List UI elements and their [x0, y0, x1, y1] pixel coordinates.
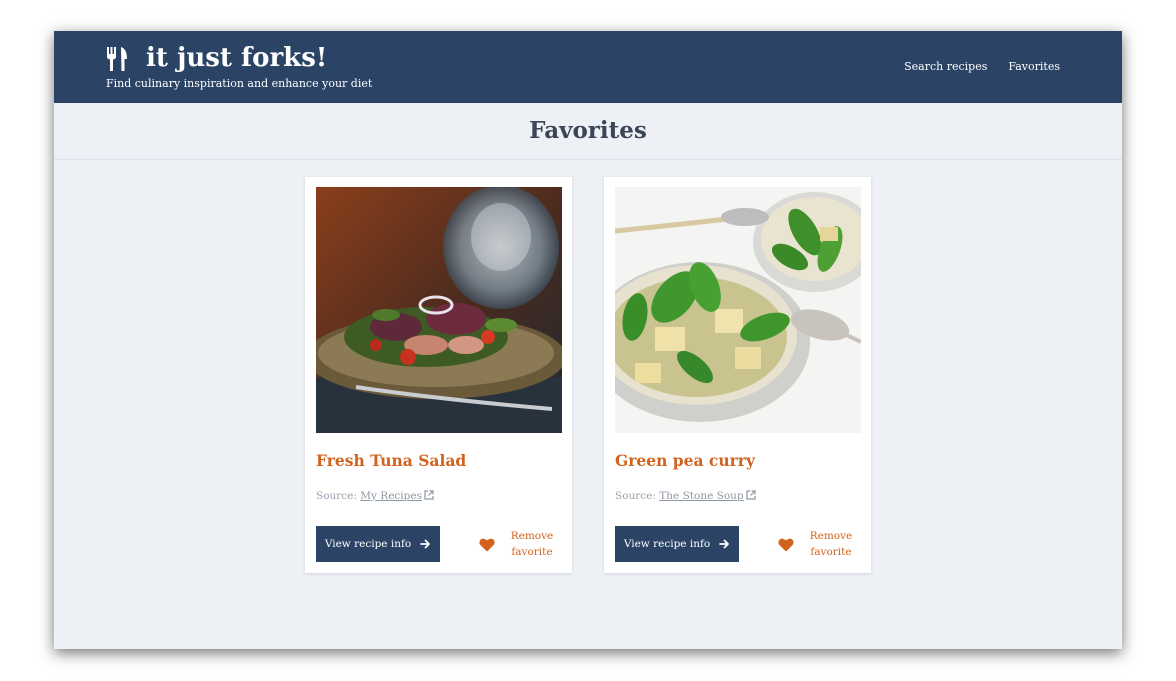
arrow-right-icon	[420, 539, 431, 549]
remove-label-line2: favorite	[511, 546, 553, 558]
nav-search-recipes[interactable]: Search recipes	[904, 59, 987, 75]
remove-label-line2: favorite	[810, 546, 852, 558]
recipe-title[interactable]: Fresh Tuna Salad	[316, 450, 466, 472]
remove-favorite-button[interactable]: Remove favorite	[778, 528, 858, 560]
arrow-right-icon	[719, 539, 730, 549]
heart-icon	[778, 538, 794, 551]
page-title: Favorites	[54, 103, 1122, 160]
tuna-salad-photo	[316, 187, 562, 433]
source-link[interactable]: My Recipes	[360, 490, 422, 502]
pea-curry-photo	[615, 187, 861, 433]
recipe-source: Source: My Recipes	[316, 488, 434, 504]
remove-favorite-button[interactable]: Remove favorite	[479, 528, 559, 560]
recipe-card: Green pea curry Source: The Stone Soup V…	[604, 177, 871, 573]
view-recipe-button[interactable]: View recipe info	[316, 526, 440, 562]
nav-favorites[interactable]: Favorites	[1008, 59, 1060, 75]
site-tagline: Find culinary inspiration and enhance yo…	[106, 77, 373, 90]
remove-label-line1: Remove	[809, 530, 853, 542]
fork-knife-icon	[107, 47, 127, 71]
recipe-title[interactable]: Green pea curry	[615, 450, 755, 472]
external-link-icon	[424, 490, 434, 500]
site-header: it just forks! Find culinary inspiration…	[54, 31, 1122, 103]
main-nav: Search recipes Favorites	[904, 59, 1060, 75]
recipe-image-green-pea-curry[interactable]	[615, 187, 861, 433]
remove-label-line1: Remove	[510, 530, 554, 542]
view-recipe-label: View recipe info	[324, 538, 412, 550]
heart-icon	[479, 538, 495, 551]
app-window: it just forks! Find culinary inspiration…	[54, 31, 1122, 649]
remove-favorite-label: Remove favorite	[809, 528, 853, 560]
recipe-source: Source: The Stone Soup	[615, 488, 756, 504]
recipe-card: Fresh Tuna Salad Source: My Recipes View…	[305, 177, 572, 573]
source-label: Source:	[615, 490, 656, 502]
view-recipe-button[interactable]: View recipe info	[615, 526, 739, 562]
remove-favorite-label: Remove favorite	[510, 528, 554, 560]
external-link-icon	[746, 490, 756, 500]
view-recipe-label: View recipe info	[623, 538, 711, 550]
site-title[interactable]: it just forks!	[146, 40, 327, 76]
source-label: Source:	[316, 490, 357, 502]
recipe-image-tuna-salad[interactable]	[316, 187, 562, 433]
source-link[interactable]: The Stone Soup	[659, 490, 743, 502]
